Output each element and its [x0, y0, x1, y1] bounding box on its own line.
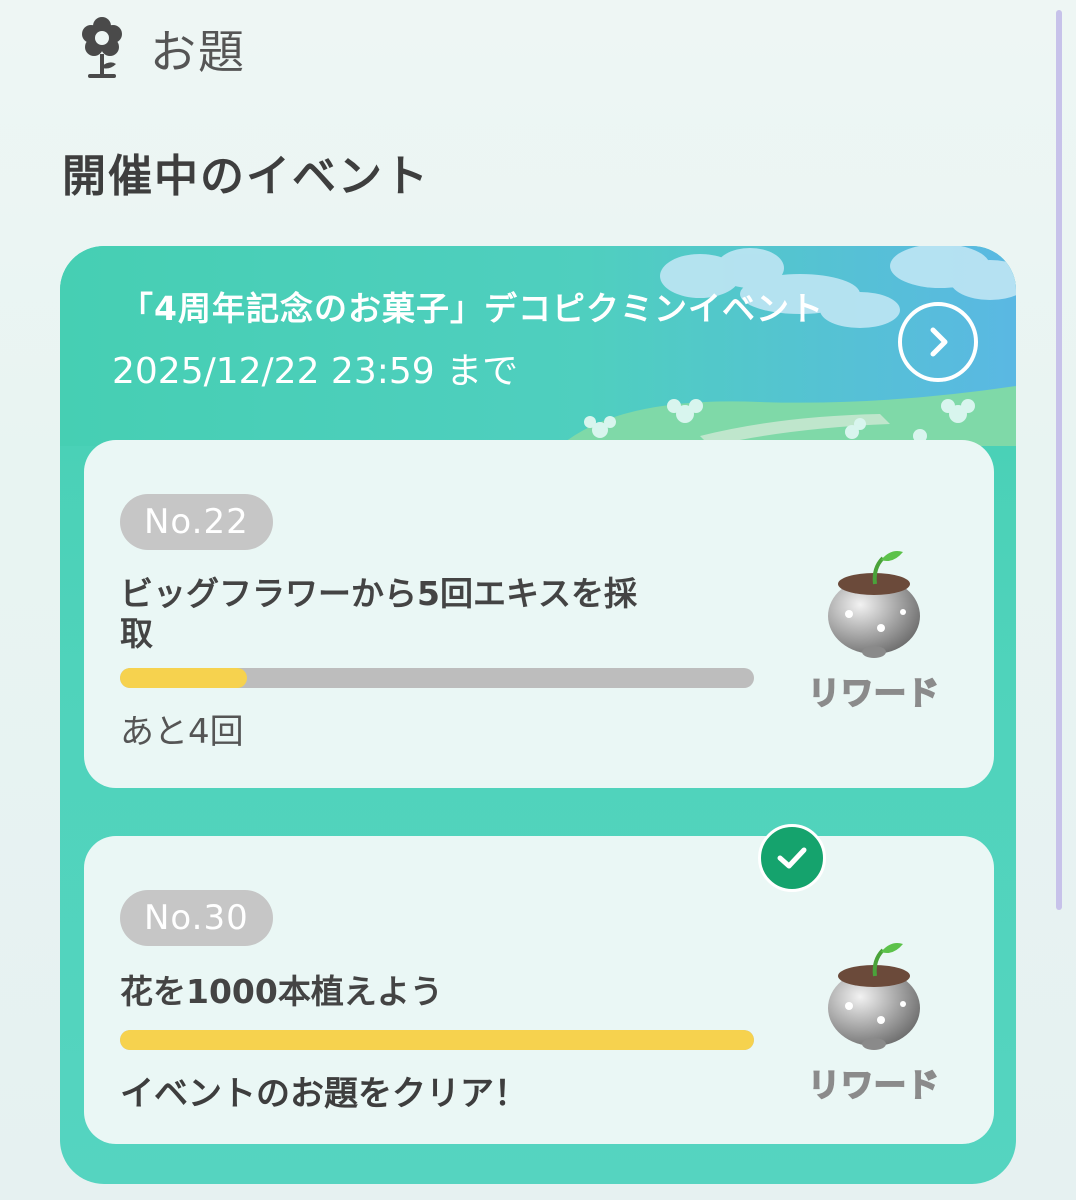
mission-title-line: 取 — [120, 614, 153, 653]
completed-check-badge — [758, 824, 826, 892]
check-icon — [777, 847, 807, 869]
seedling-pot-icon — [828, 943, 920, 1050]
reward[interactable]: リワード — [794, 544, 954, 724]
chevron-right-icon — [930, 327, 948, 357]
event-detail-button[interactable] — [898, 302, 978, 382]
progress-fill — [120, 1030, 754, 1050]
reward-label: リワード — [807, 1065, 940, 1105]
seedling-pot-icon — [828, 551, 920, 658]
mission-status: あと4回 — [120, 712, 244, 752]
mission-title-line: ビッグフラワーから5回エキスを採 — [120, 574, 637, 613]
mission-card[interactable]: No.22 ビッグフラワーから5回エキスを採 取 あと4回 リワード — [84, 440, 994, 788]
page-title: お題 — [150, 25, 246, 79]
event-card: 「4周年記念のお菓子」デコピクミンイベント 2025/12/22 23:59 ま… — [60, 246, 1016, 1184]
mission-title: 花を1000本植えよう — [120, 972, 443, 1011]
scrollbar[interactable] — [1056, 10, 1062, 910]
reward[interactable]: リワード — [794, 936, 954, 1116]
event-name: 「4周年記念のお菓子」デコピクミンイベント — [120, 289, 824, 328]
progress-fill — [120, 668, 247, 688]
progress-bar — [120, 1030, 754, 1050]
event-deadline: 2025/12/22 23:59 まで — [112, 351, 519, 392]
mission-card[interactable]: No.30 花を1000本植えよう イベントのお題をクリア！ リワード — [84, 824, 994, 1144]
section-title: 開催中のイベント — [62, 151, 430, 202]
mission-status: イベントのお題をクリア！ — [120, 1074, 528, 1114]
reward-label: リワード — [807, 673, 940, 713]
mission-number-badge: No.30 — [120, 890, 273, 946]
progress-bar — [120, 668, 754, 688]
event-banner[interactable]: 「4周年記念のお菓子」デコピクミンイベント 2025/12/22 23:59 ま… — [60, 246, 1016, 446]
flower-icon — [82, 17, 122, 78]
mission-number-badge: No.22 — [120, 494, 273, 550]
page-header: お題 — [80, 14, 246, 84]
mission-title: ビッグフラワーから5回エキスを採 取 — [120, 574, 637, 654]
